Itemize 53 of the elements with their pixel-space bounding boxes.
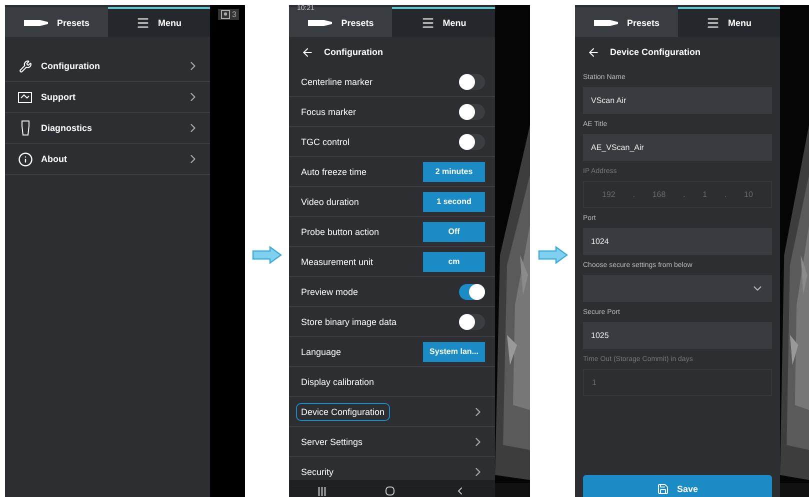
user-badge[interactable]: 3 <box>218 9 240 20</box>
setting-label[interactable]: Store binary image data <box>296 312 402 330</box>
probe-icon <box>592 18 619 28</box>
value-button[interactable]: 2 minutes <box>423 162 485 182</box>
probe-icon <box>20 120 30 136</box>
setting-label[interactable]: TGC control <box>296 132 355 150</box>
arrow-icon <box>252 246 282 264</box>
info-icon <box>18 152 32 166</box>
toggle-switch[interactable] <box>459 104 485 120</box>
setting-label[interactable]: Server Settings <box>296 432 368 450</box>
setting-label[interactable]: Measurement unit <box>296 252 378 270</box>
setting-label[interactable]: Language <box>296 342 346 360</box>
value-button[interactable]: Off <box>423 222 485 242</box>
menu-icon <box>420 16 435 30</box>
toggle-switch[interactable] <box>459 284 485 300</box>
input-field[interactable]: 1024 <box>583 228 772 255</box>
setting-label[interactable]: Device Configuration <box>296 402 390 420</box>
value-button[interactable]: System lan... <box>423 342 485 362</box>
probe-icon <box>307 18 334 28</box>
back-icon[interactable] <box>301 46 314 58</box>
setting-label[interactable]: Probe button action <box>296 222 384 240</box>
setting-label[interactable]: Focus marker <box>296 102 362 120</box>
recent-apps-icon[interactable] <box>318 486 326 496</box>
menu-tab[interactable]: Presets <box>575 7 678 37</box>
input-field[interactable]: AE_VScan_Air <box>583 134 772 161</box>
page-title: Device Configuration <box>610 47 701 57</box>
input-field[interactable]: 1025 <box>583 322 772 349</box>
setting-label[interactable]: Video duration <box>296 192 364 210</box>
toggle-switch[interactable] <box>459 314 485 330</box>
input-field[interactable]: VScan Air <box>583 87 772 114</box>
save-button[interactable]: Save <box>583 475 772 497</box>
menu-icon <box>136 16 150 30</box>
back-icon[interactable] <box>587 46 600 58</box>
menu-icon <box>706 16 720 30</box>
setting-label[interactable]: Preview mode <box>296 282 364 300</box>
home-icon[interactable] <box>384 486 395 496</box>
toggle-switch[interactable] <box>459 134 485 150</box>
setting-label[interactable]: Display calibration <box>296 372 380 390</box>
setting-label[interactable]: Security <box>296 462 339 480</box>
setting-label[interactable]: Centerline marker <box>296 72 378 90</box>
save-icon <box>656 482 669 494</box>
value-button[interactable]: cm <box>423 252 485 272</box>
arrow-icon <box>538 246 568 264</box>
page-title: Configuration <box>324 47 383 57</box>
menu-tab[interactable]: Menu <box>108 7 210 37</box>
value-button[interactable]: 1 second <box>423 192 485 212</box>
menu-tab[interactable]: Menu <box>678 7 780 37</box>
probe-icon <box>22 18 49 28</box>
wrench-icon <box>18 60 32 72</box>
setting-label[interactable]: Auto freeze time <box>296 162 372 180</box>
menu-tab[interactable]: Presets <box>5 7 108 37</box>
menu-tab[interactable]: Menu <box>392 7 495 37</box>
toggle-switch[interactable] <box>459 74 485 90</box>
